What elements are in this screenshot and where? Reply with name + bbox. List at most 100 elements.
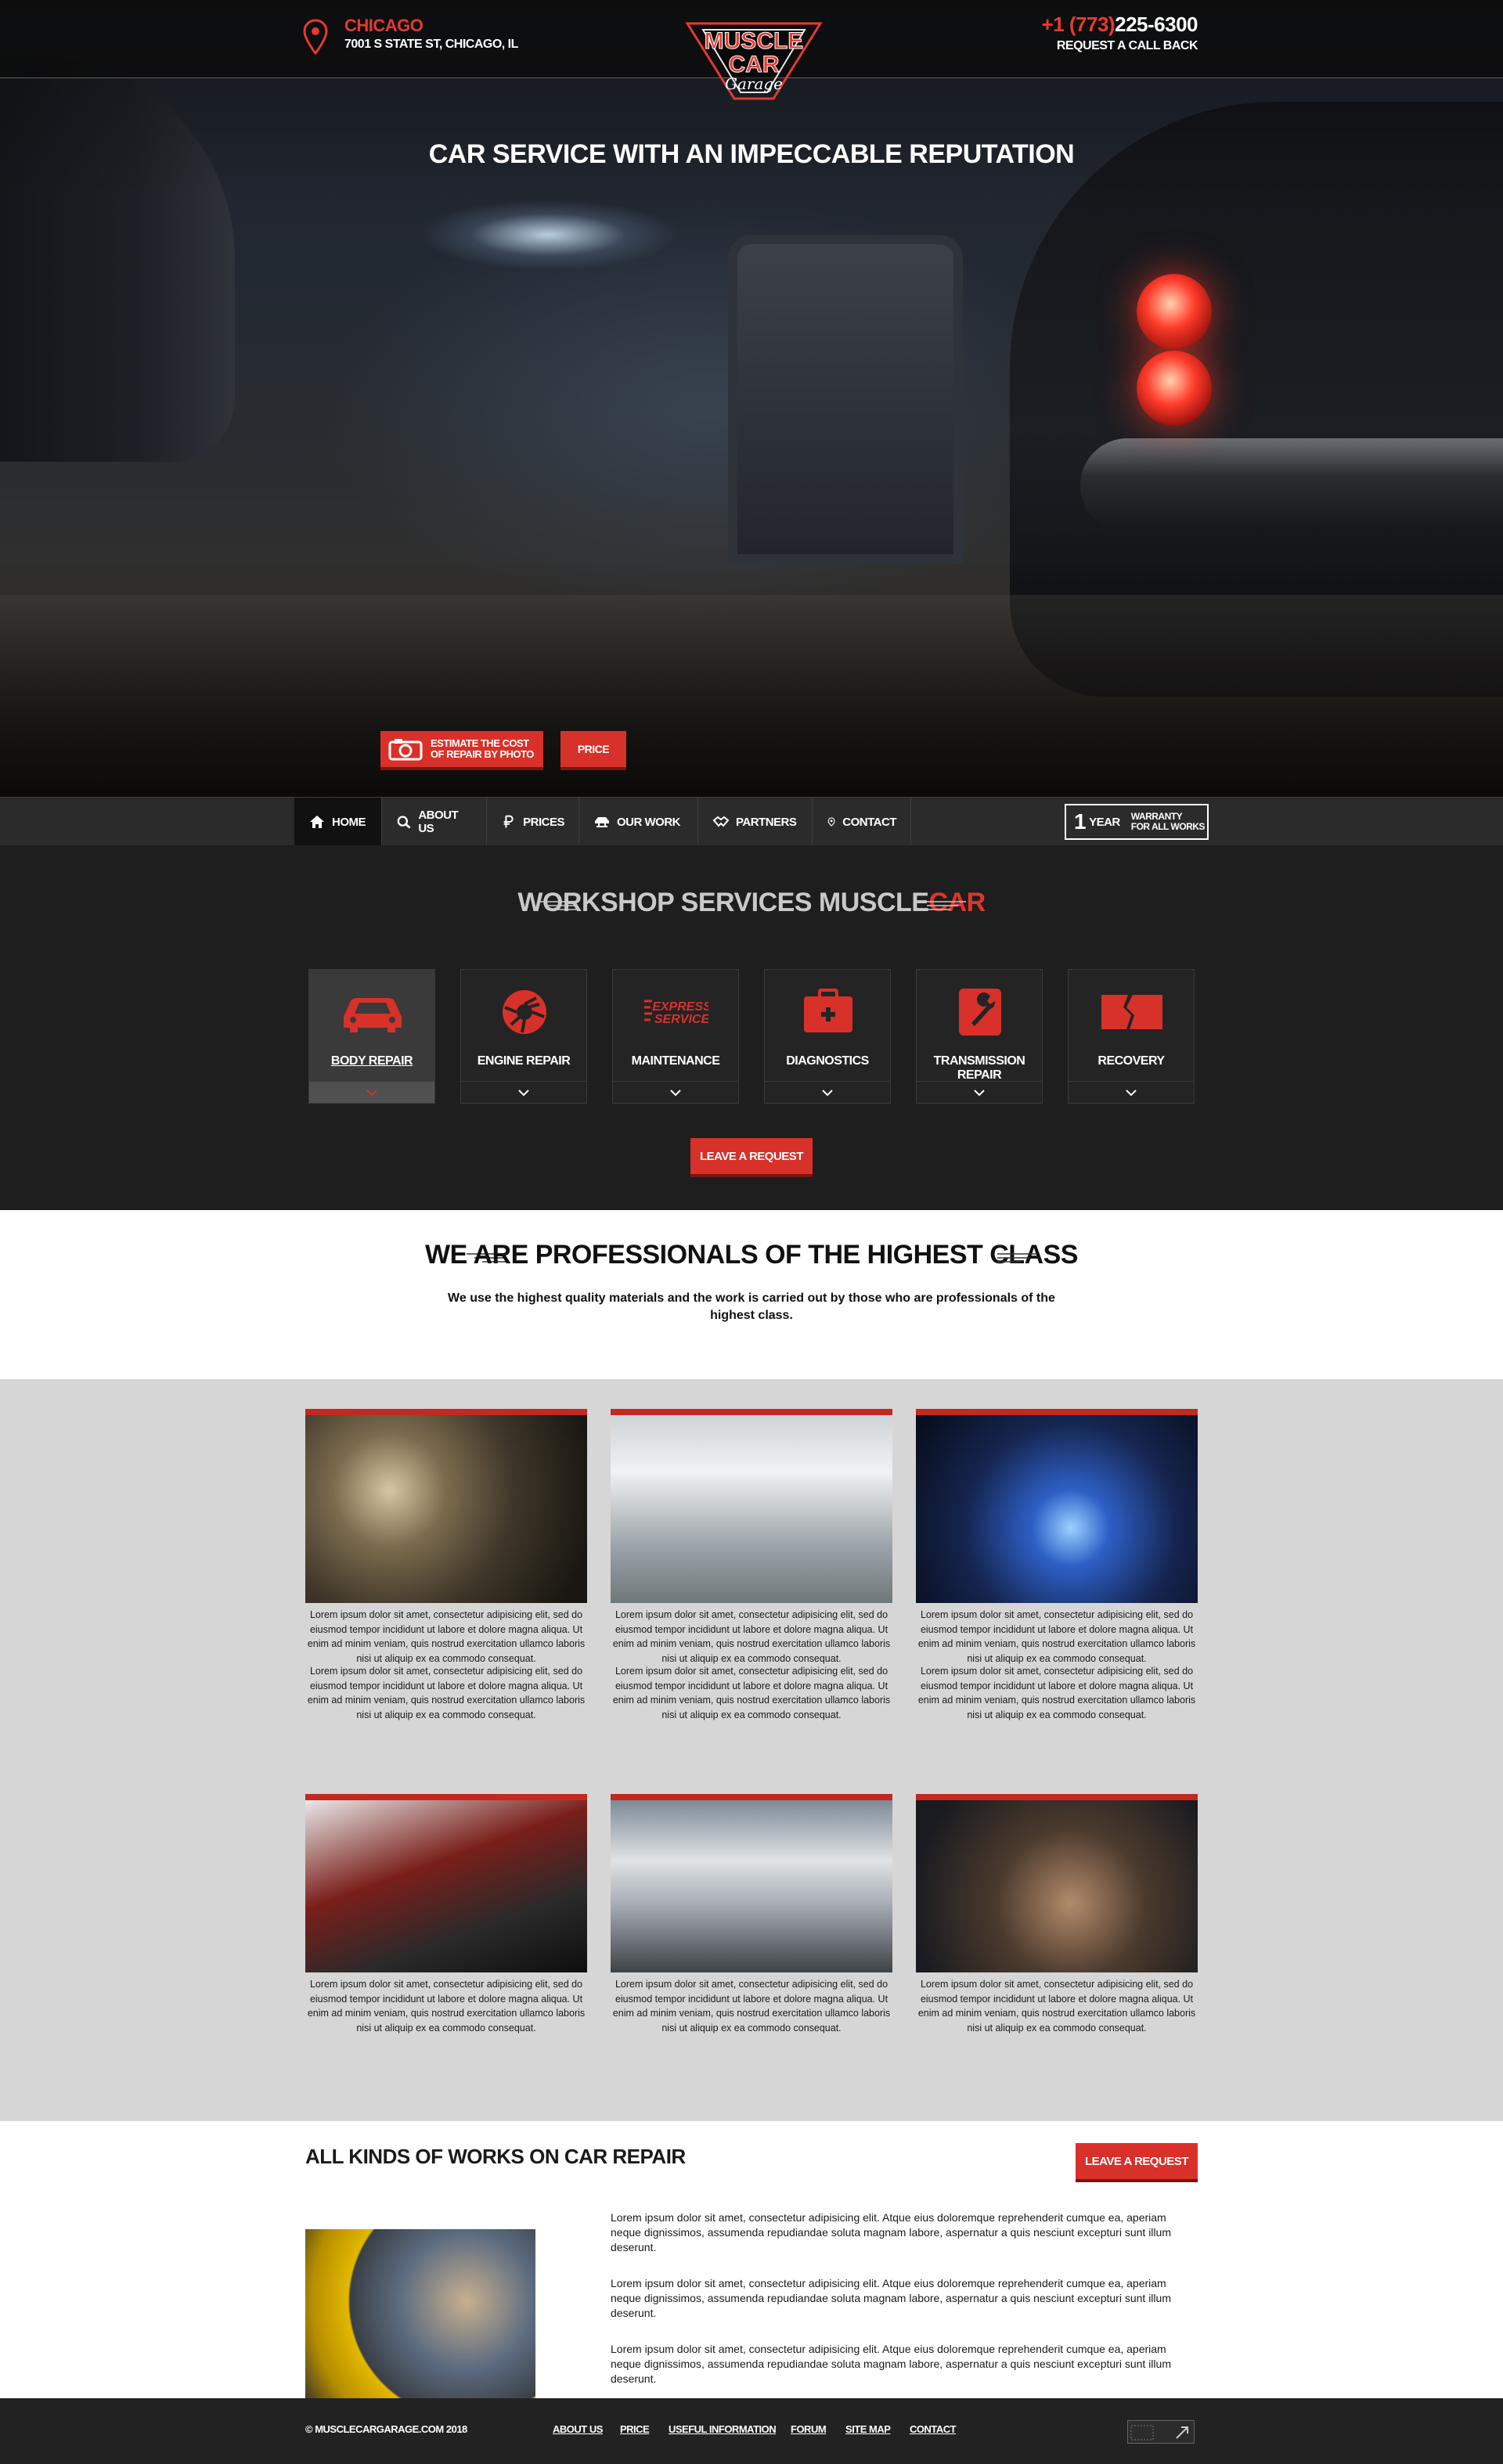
nav-about-us[interactable]: ABOUT US <box>382 798 487 846</box>
gallery-section: Lorem ipsum dolor sit amet, consectetur … <box>0 1379 1503 2121</box>
chevron-down-icon <box>1126 1089 1137 1096</box>
request-callback-link[interactable]: REQUEST A CALL BACK <box>1057 39 1198 53</box>
footer-link-contact[interactable]: CONTACT <box>910 2423 957 2435</box>
nav-prices[interactable]: PRICES <box>487 798 579 846</box>
nav-partners[interactable]: PARTNERS <box>698 798 813 846</box>
service-recovery[interactable]: RECOVERY <box>1068 969 1195 1104</box>
phone-number[interactable]: +1 (773)225-6300 <box>1042 13 1198 37</box>
chevron-down-icon <box>518 1089 529 1096</box>
card-text: Lorem ipsum dolor sit amet, consectetur … <box>612 1609 891 1664</box>
broken-glass-icon <box>1101 995 1162 1029</box>
phone-code: +1 (773) <box>1041 13 1116 36</box>
service-body-repair[interactable]: BODY REPAIR <box>308 969 435 1104</box>
site-logo[interactable]: MUSCLE CAR Garage <box>679 14 828 108</box>
service-label: RECOVERY <box>1098 1054 1165 1068</box>
service-label: DIAGNOSTICS <box>786 1054 869 1068</box>
works-paragraph: Lorem ipsum dolor sit amet, consectetur … <box>611 2277 1171 2319</box>
counter-widget[interactable] <box>1127 2420 1195 2444</box>
footer-link-price[interactable]: PRICE <box>620 2423 650 2435</box>
arrow-icon <box>1130 2425 1188 2441</box>
footer-link-forum[interactable]: FORUM <box>791 2423 827 2435</box>
warranty-line2: FOR ALL WORKS <box>1130 821 1206 832</box>
chevron-down-icon <box>974 1089 985 1096</box>
estimate-line2: OF REPAIR BY PHOTO <box>431 748 534 760</box>
services-section: WORKSHOP SERVICES MUSCLECAR BODY REPAIR … <box>0 845 1503 1210</box>
home-icon <box>310 816 324 828</box>
chevron-down-icon <box>670 1089 681 1096</box>
hero-title: CAR SERVICE WITH AN IMPECCABLE REPUTATIO… <box>428 139 1075 169</box>
service-label: MAINTENANCE <box>631 1054 720 1068</box>
service-diagnostics[interactable]: DIAGNOSTICS <box>764 969 891 1104</box>
warranty-number: 1 <box>1074 809 1087 834</box>
handshake-icon <box>712 816 730 827</box>
wrench-icon <box>959 989 1001 1036</box>
paint-booth-photo <box>611 1409 892 1603</box>
service-label: BODY REPAIR <box>330 1054 413 1068</box>
hero-section: CHICAGO 7001 S STATE ST, CHICAGO, IL MUS… <box>0 0 1503 797</box>
gallery-card[interactable]: Lorem ipsum dolor sit amet, consectetur … <box>916 1409 1198 1722</box>
warranty-badge: 1 YEAR WARRANTY FOR ALL WORKS <box>1065 804 1209 840</box>
gallery-card[interactable]: Lorem ipsum dolor sit amet, consectetur … <box>305 1794 587 2035</box>
card-text-2: Lorem ipsum dolor sit amet, consectetur … <box>612 1666 891 1720</box>
nav-home[interactable]: HOME <box>294 798 382 846</box>
works-paragraph: Lorem ipsum dolor sit amet, consectetur … <box>611 2343 1171 2385</box>
title-deco-right <box>997 1253 1036 1263</box>
footer-link-about[interactable]: ABOUT US <box>553 2423 603 2435</box>
leave-request-button[interactable]: LEAVE A REQUEST <box>690 1138 813 1174</box>
camera-icon <box>388 739 423 761</box>
address: 7001 S STATE ST, CHICAGO, IL <box>344 38 518 51</box>
toolbox-icon <box>804 989 852 1032</box>
title-deco-right <box>927 901 966 910</box>
services-title: WORKSHOP SERVICES MUSCLECAR <box>517 888 986 917</box>
ruble-icon <box>503 815 514 828</box>
logo-line3: Garage <box>725 74 783 93</box>
works-title: ALL KINDS OF WORKS ON CAR REPAIR <box>305 2145 686 2168</box>
gallery-card[interactable]: Lorem ipsum dolor sit amet, consectetur … <box>611 1409 892 1722</box>
card-text-2: Lorem ipsum dolor sit amet, consectetur … <box>917 1666 1196 1720</box>
gallery-card[interactable]: Lorem ipsum dolor sit amet, consectetur … <box>305 1409 587 1722</box>
gallery-card[interactable]: Lorem ipsum dolor sit amet, consectetur … <box>916 1794 1198 2035</box>
leave-request-button[interactable]: LEAVE A REQUEST <box>1076 2143 1198 2179</box>
warranty-unit: YEAR <box>1089 815 1120 829</box>
location-pin-icon <box>303 19 328 55</box>
phone-digits: 225-6300 <box>1115 13 1198 36</box>
main-nav: HOME ABOUT US PRICES OUR WORK PARTNERS C… <box>0 797 1503 846</box>
service-transmission-repair[interactable]: TRANSMISSION REPAIR <box>916 969 1043 1104</box>
service-engine-repair[interactable]: ENGINE REPAIR <box>460 969 587 1104</box>
card-text: Lorem ipsum dolor sit amet, consectetur … <box>612 1979 891 2034</box>
car-lift-icon <box>595 817 609 827</box>
professionals-text: We use the highest quality materials and… <box>448 1291 1055 1322</box>
nav-contact[interactable]: CONTACT <box>813 798 911 846</box>
mechanic-under-car-photo <box>916 1794 1198 1972</box>
price-button[interactable]: PRICE <box>560 731 626 767</box>
service-maintenance[interactable]: EXPRESS SERVICE MAINTENANCE <box>612 969 739 1104</box>
gear-icon <box>503 990 546 1034</box>
service-label: TRANSMISSION REPAIR <box>933 1054 1025 1082</box>
gallery-card[interactable]: Lorem ipsum dolor sit amet, consectetur … <box>611 1794 892 2035</box>
city-name: CHICAGO <box>344 16 424 35</box>
warranty-line1: WARRANTY <box>1130 811 1183 822</box>
footer-link-useful-info[interactable]: USEFUL INFORMATION <box>669 2423 777 2435</box>
estimate-by-photo-button[interactable]: ESTIMATE THE COST OF REPAIR BY PHOTO <box>380 731 543 767</box>
oil-change-photo <box>305 1794 587 1972</box>
professionals-title: WE ARE PROFESSIONALS OF THE HIGHEST CLAS… <box>425 1240 1078 1270</box>
mechanic-photo <box>305 2229 535 2398</box>
logo-line1: MUSCLE <box>705 28 804 54</box>
svg-text:SERVICE: SERVICE <box>654 1013 708 1026</box>
card-text: Lorem ipsum dolor sit amet, consectetur … <box>307 1609 586 1664</box>
service-label: ENGINE REPAIR <box>477 1054 571 1068</box>
express-service-icon: EXPRESS SERVICE <box>644 1000 708 1026</box>
search-icon <box>397 816 411 829</box>
card-text: Lorem ipsum dolor sit amet, consectetur … <box>917 1609 1196 1664</box>
svg-text:EXPRESS: EXPRESS <box>652 1000 708 1014</box>
footer-link-sitemap[interactable]: SITE MAP <box>845 2423 891 2435</box>
works-paragraph: Lorem ipsum dolor sit amet, consectetur … <box>611 2211 1171 2253</box>
engine-valvetrain-photo <box>305 1409 587 1603</box>
location-pin-icon <box>827 817 835 827</box>
card-text: Lorem ipsum dolor sit amet, consectetur … <box>917 1979 1196 2034</box>
copyright: © MUSCLECARGARAGE.COM 2018 <box>305 2423 467 2435</box>
welding-photo <box>916 1409 1198 1603</box>
footer: © MUSCLECARGARAGE.COM 2018 ABOUT US PRIC… <box>0 2398 1503 2464</box>
estimate-line1: ESTIMATE THE COST <box>431 737 529 749</box>
nav-our-work[interactable]: OUR WORK <box>579 798 698 846</box>
